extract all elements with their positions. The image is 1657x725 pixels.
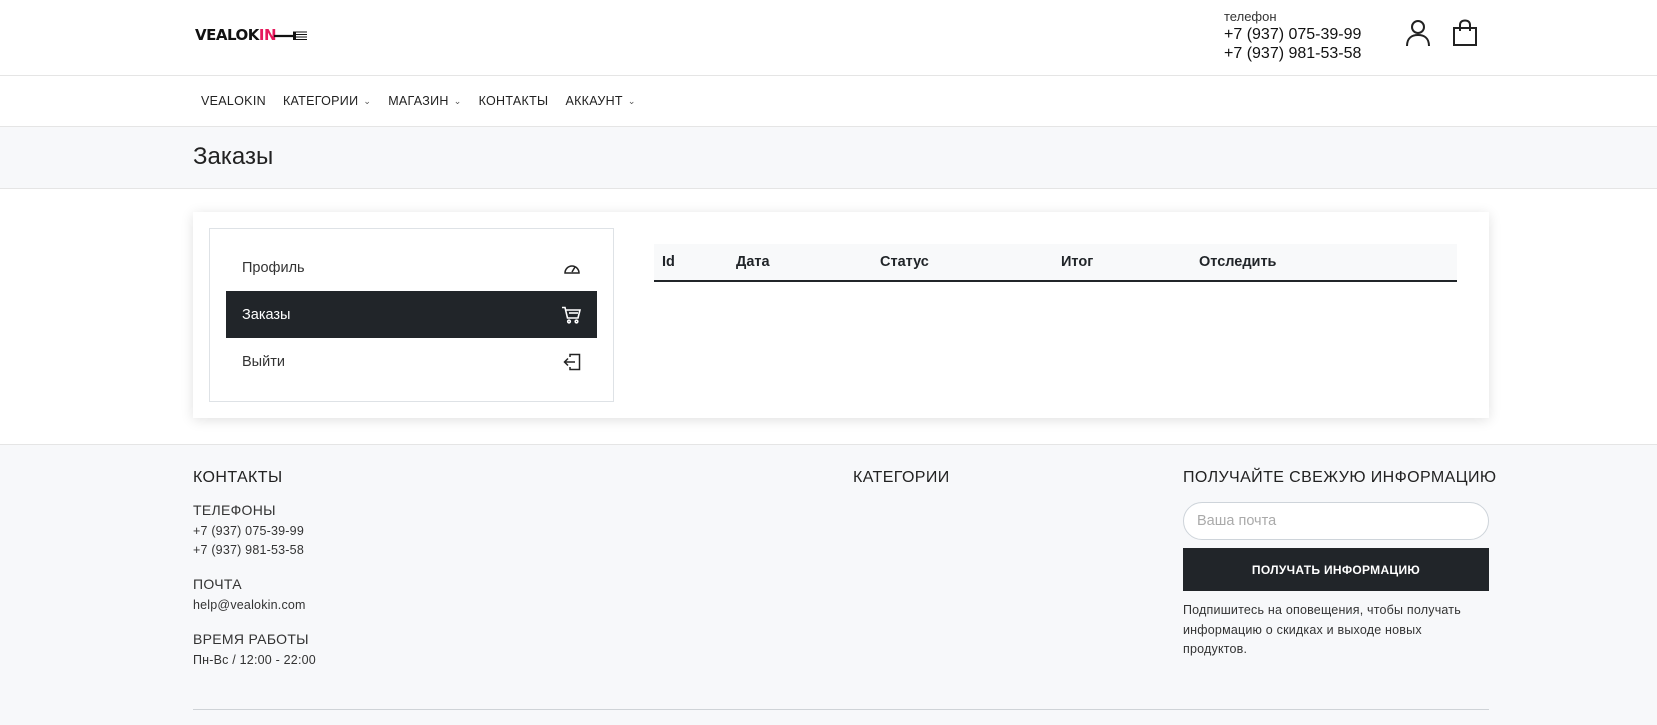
account-menu-orders[interactable]: Заказы	[226, 291, 597, 338]
phone-label: телефон	[1224, 9, 1277, 24]
user-account-icon[interactable]	[1405, 19, 1431, 52]
footer-phone-1[interactable]: +7 (937) 075-39-99	[193, 522, 316, 541]
speedometer-icon	[564, 264, 580, 274]
newsletter-note: Подпишитесь на оповещения, чтобы получат…	[1183, 603, 1461, 656]
footer-phones-label: ТЕЛЕФОНЫ	[193, 502, 276, 518]
chevron-down-icon: ⌄	[363, 95, 372, 106]
footer-mail-label: ПОЧТА	[193, 576, 242, 592]
footer-phones-group: ТЕЛЕФОНЫ +7 (937) 075-39-99 +7 (937) 981…	[193, 502, 316, 560]
column-header-total: Итог	[1061, 254, 1094, 270]
column-header-id: Id	[662, 254, 675, 270]
nav-item-contacts[interactable]: КОНТАКТЫ	[479, 94, 549, 108]
site-footer: КОНТАКТЫ ТЕЛЕФОНЫ +7 (937) 075-39-99 +7 …	[0, 444, 1657, 725]
nav-item-shop[interactable]: МАГАЗИН ⌄	[388, 94, 461, 108]
account-menu-profile[interactable]: Профиль	[226, 244, 597, 291]
cart-icon	[562, 306, 581, 324]
footer-categories-heading: КАТЕГОРИИ	[853, 469, 950, 486]
logo-text: VEALOK	[195, 26, 259, 44]
header-phone-1[interactable]: +7 (937) 075-39-99	[1224, 25, 1361, 44]
newsletter-email-input[interactable]	[1183, 502, 1489, 540]
logout-icon	[563, 353, 581, 370]
footer-divider	[193, 709, 1489, 710]
header-phones: телефон +7 (937) 075-39-99 +7 (937) 981-…	[1224, 9, 1361, 63]
site-header: VEALOK IN телефон +7 (937) 075-39-99 +7 (…	[0, 0, 1657, 76]
account-card: Профиль Заказы Выйти Id Дата Статус Итог…	[193, 212, 1489, 418]
table-header: Id Дата Статус Итог Отследить	[654, 244, 1457, 282]
account-menu: Профиль Заказы Выйти	[209, 228, 614, 402]
site-logo[interactable]: VEALOK IN	[195, 26, 308, 44]
page-title: Заказы	[193, 143, 274, 170]
page-title-band: Заказы	[0, 127, 1657, 189]
orders-table: Id Дата Статус Итог Отследить	[654, 244, 1457, 282]
footer-email[interactable]: help@vealokin.com	[193, 596, 316, 615]
footer-contacts: КОНТАКТЫ ТЕЛЕФОНЫ +7 (937) 075-39-99 +7 …	[193, 469, 316, 686]
chevron-down-icon: ⌄	[627, 95, 636, 106]
account-menu-logout[interactable]: Выйти	[226, 338, 597, 385]
main-nav: VEALOKIN КАТЕГОРИИ ⌄ МАГАЗИН ⌄ КОНТАКТЫ АК…	[0, 76, 1657, 127]
nav-item-categories[interactable]: КАТЕГОРИИ ⌄	[283, 94, 371, 108]
footer-hours-label: ВРЕМЯ РАБОТЫ	[193, 631, 309, 647]
chevron-down-icon: ⌄	[453, 95, 462, 106]
footer-categories: КАТЕГОРИИ	[853, 469, 950, 502]
footer-hours: Пн-Вс / 12:00 - 22:00	[193, 653, 316, 667]
column-header-track: Отследить	[1199, 254, 1277, 270]
nav-item-label: АККАУНТ	[565, 94, 623, 108]
footer-contacts-heading: КОНТАКТЫ	[193, 469, 283, 486]
footer-phone-2[interactable]: +7 (937) 981-53-58	[193, 541, 316, 560]
account-section: Профиль Заказы Выйти Id Дата Статус Итог…	[0, 189, 1657, 444]
footer-newsletter: ПОЛУЧАЙТЕ СВЕЖУЮ ИНФОРМАЦИЮ ПОЛУЧАТЬ ИНФ…	[1183, 469, 1496, 660]
column-header-date: Дата	[736, 254, 770, 270]
menu-item-label: Профиль	[242, 259, 305, 276]
nav-item-label: МАГАЗИН	[388, 94, 449, 108]
footer-newsletter-heading: ПОЛУЧАЙТЕ СВЕЖУЮ ИНФОРМАЦИЮ	[1183, 469, 1497, 486]
menu-item-label: Заказы	[242, 306, 291, 323]
nav-item-label: VEALOKIN	[201, 94, 266, 108]
nav-item-home[interactable]: VEALOKIN	[201, 94, 266, 108]
column-header-status: Статус	[880, 254, 929, 270]
footer-mail-group: ПОЧТА help@vealokin.com	[193, 576, 316, 615]
nav-item-label: КОНТАКТЫ	[478, 94, 549, 108]
fork-icon	[274, 31, 308, 41]
footer-hours-group: ВРЕМЯ РАБОТЫ Пн-Вс / 12:00 - 22:00	[193, 631, 316, 670]
menu-item-label: Выйти	[242, 353, 285, 370]
subscribe-button[interactable]: ПОЛУЧАТЬ ИНФОРМАЦИЮ	[1183, 548, 1489, 591]
header-phone-2[interactable]: +7 (937) 981-53-58	[1224, 44, 1361, 63]
nav-item-label: КАТЕГОРИИ	[282, 94, 359, 108]
shopping-bag-icon[interactable]	[1452, 19, 1478, 52]
nav-item-account[interactable]: АККАУНТ ⌄	[565, 94, 635, 108]
